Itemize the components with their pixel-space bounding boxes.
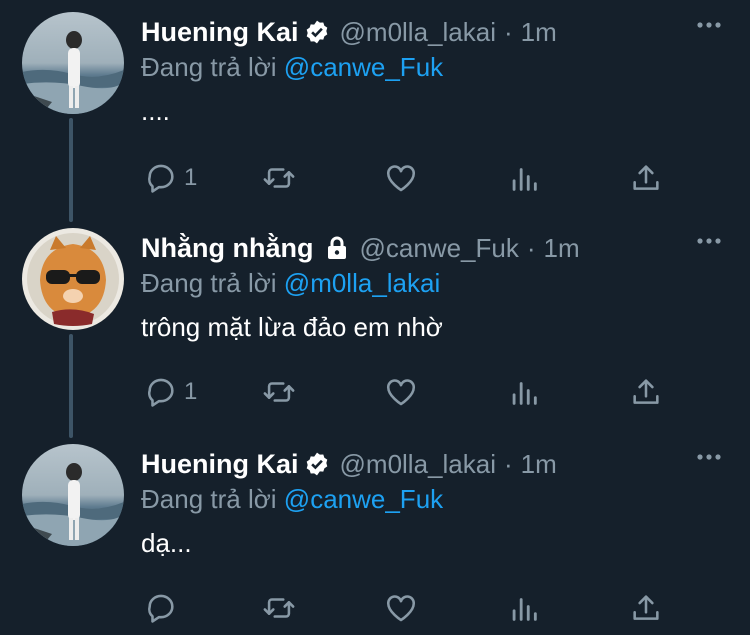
analytics-button[interactable]	[507, 160, 541, 196]
tweet-text: trông mặt lừa đảo em nhờ	[141, 312, 443, 342]
heart-icon	[386, 595, 416, 622]
replying-to: Đang trả lời @m0lla_lakai	[141, 268, 440, 299]
separator-dot: ·	[503, 448, 513, 479]
timestamp[interactable]: 1m	[521, 449, 557, 480]
action-bar	[0, 590, 750, 626]
more-icon[interactable]	[696, 452, 722, 462]
reply-icon	[148, 378, 174, 407]
verified-badge-icon	[306, 20, 327, 44]
avatar-photo	[22, 12, 124, 114]
lock-icon	[328, 236, 347, 259]
mention-link[interactable]: @canwe_Fuk	[284, 484, 443, 514]
tweet-text: dạ...	[141, 528, 192, 558]
avatar[interactable]	[22, 444, 124, 546]
retweet-icon	[263, 168, 295, 188]
mention-link[interactable]: @m0lla_lakai	[284, 268, 440, 298]
tweet-header: Huening Kai @m0lla_lakai · 1m	[141, 446, 750, 482]
reply-count: 1	[184, 164, 198, 191]
analytics-icon	[512, 382, 537, 405]
replying-to: Đang trả lời @canwe_Fuk	[141, 484, 443, 515]
replying-to-label: Đang trả lời	[141, 52, 277, 82]
reply-icon	[148, 594, 174, 623]
share-button[interactable]	[629, 374, 663, 410]
tweet-header: Huening Kai @m0lla_lakai · 1m	[141, 14, 750, 50]
tweet[interactable]: Nhằng nhằng @canwe_Fuk · 1m Đang trả lời…	[0, 216, 750, 432]
action-bar: 1	[0, 374, 750, 410]
reply-button[interactable]	[144, 590, 184, 626]
like-button[interactable]	[384, 374, 424, 410]
analytics-button[interactable]	[507, 374, 541, 410]
reply-button[interactable]: 1	[144, 160, 197, 196]
retweet-button[interactable]	[262, 590, 302, 626]
share-button[interactable]	[629, 160, 663, 196]
replying-to: Đang trả lời @canwe_Fuk	[141, 52, 443, 83]
separator-dot: ·	[503, 16, 513, 47]
like-button[interactable]	[384, 160, 424, 196]
analytics-icon	[512, 168, 537, 191]
timestamp[interactable]: 1m	[521, 17, 557, 48]
retweet-icon	[263, 382, 295, 402]
display-name[interactable]: Huening Kai	[141, 449, 299, 480]
retweet-icon	[263, 598, 295, 618]
tweet[interactable]: Huening Kai @m0lla_lakai · 1m Đang trả l…	[0, 432, 750, 635]
avatar[interactable]	[22, 12, 124, 114]
tweet-text: ....	[141, 96, 170, 126]
action-bar: 1	[0, 160, 750, 196]
analytics-icon	[512, 598, 537, 621]
tweet[interactable]: Huening Kai @m0lla_lakai · 1m Đang trả l…	[0, 0, 750, 216]
mention-link[interactable]: @canwe_Fuk	[284, 52, 443, 82]
reply-button[interactable]: 1	[144, 374, 197, 410]
reply-icon	[148, 164, 174, 193]
replying-to-label: Đang trả lời	[141, 484, 277, 514]
share-icon	[633, 165, 659, 190]
retweet-button[interactable]	[262, 160, 302, 196]
avatar[interactable]	[22, 228, 124, 330]
display-name[interactable]: Huening Kai	[141, 17, 299, 48]
replying-to-label: Đang trả lời	[141, 268, 277, 298]
user-handle[interactable]: @m0lla_lakai	[340, 17, 496, 48]
user-handle[interactable]: @canwe_Fuk	[359, 233, 518, 264]
heart-icon	[386, 379, 416, 406]
reply-count: 1	[184, 378, 198, 405]
verified-badge-icon	[306, 452, 327, 476]
more-icon[interactable]	[696, 20, 722, 30]
display-name[interactable]: Nhằng nhằng	[141, 233, 313, 264]
retweet-button[interactable]	[262, 374, 302, 410]
timestamp[interactable]: 1m	[544, 233, 580, 264]
share-icon	[633, 379, 659, 404]
like-button[interactable]	[384, 590, 424, 626]
avatar-photo	[22, 444, 124, 546]
analytics-button[interactable]	[507, 590, 541, 626]
share-icon	[633, 595, 659, 620]
more-icon[interactable]	[696, 236, 722, 246]
heart-icon	[386, 165, 416, 192]
separator-dot: ·	[526, 232, 536, 263]
avatar-photo	[22, 228, 124, 330]
user-handle[interactable]: @m0lla_lakai	[340, 449, 496, 480]
share-button[interactable]	[629, 590, 663, 626]
tweet-header: Nhằng nhằng @canwe_Fuk · 1m	[141, 230, 750, 266]
